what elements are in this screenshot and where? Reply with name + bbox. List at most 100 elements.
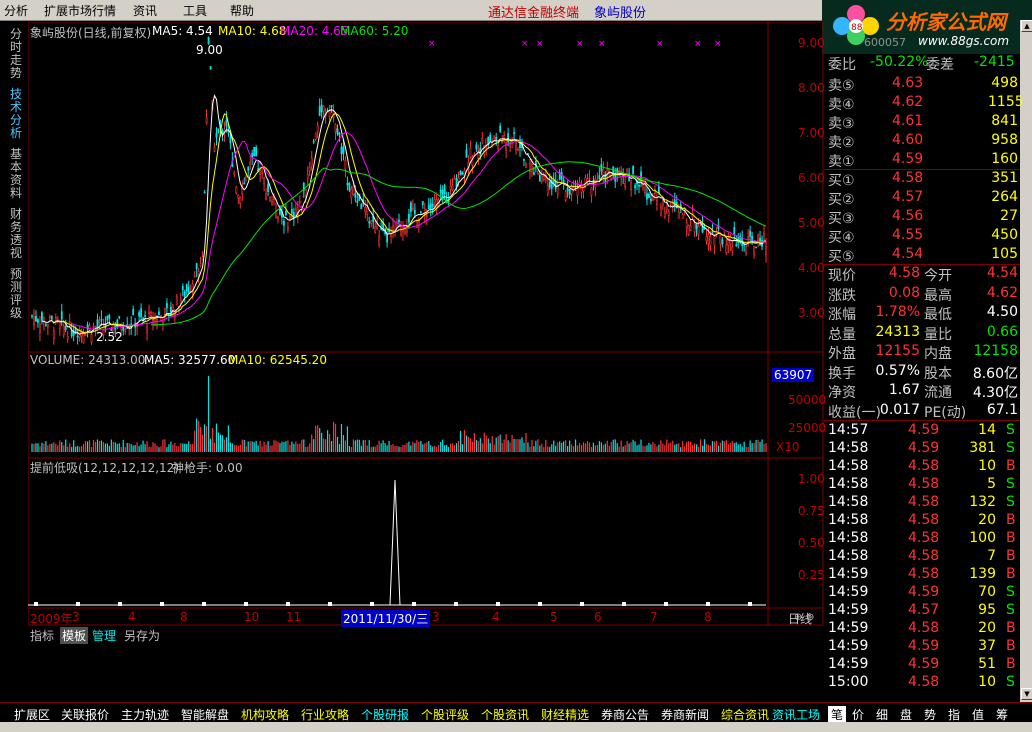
ask-volume: 1155: [988, 94, 1024, 110]
stat-row[interactable]: 总量 24313 量比 0.66: [826, 324, 1020, 343]
quote-view-tab[interactable]: 筹: [996, 706, 1008, 723]
bottom-tab[interactable]: 财经精选: [541, 706, 589, 723]
stat-row[interactable]: 现价 4.58 今开 4.54: [826, 265, 1020, 284]
tick-time: 14:57: [828, 422, 869, 438]
bid-volume: 351: [991, 170, 1018, 186]
bid-level-row[interactable]: 买② 4.57 264: [826, 189, 1020, 208]
tick-side: S: [1006, 602, 1015, 618]
tick-row[interactable]: 14:58 4.59 381 S: [826, 440, 1020, 459]
tick-row[interactable]: 14:59 4.57 95 S: [826, 602, 1020, 621]
stat-value: 12158: [973, 343, 1018, 359]
sub-tab-manage[interactable]: 管理: [92, 627, 116, 644]
diff-label: 委差: [926, 57, 954, 73]
quote-view-tab[interactable]: 细: [876, 706, 888, 723]
tick-time: 14:58: [828, 494, 869, 510]
bottom-tab[interactable]: 券商新闻: [661, 706, 709, 723]
tick-row[interactable]: 14:58 4.58 100 B: [826, 530, 1020, 549]
tick-row[interactable]: 14:58 4.58 132 S: [826, 494, 1020, 513]
tick-row[interactable]: 14:58 4.58 5 S: [826, 476, 1020, 495]
stat-row[interactable]: 收益(一) 0.017 PE(动) 67.1: [826, 402, 1020, 421]
stat-value: 4.50: [986, 304, 1018, 320]
status-bar: [0, 722, 1032, 732]
stat-value: 4.30亿: [972, 385, 1018, 401]
quote-view-tab[interactable]: 指: [948, 706, 960, 723]
stat-row[interactable]: 换手 0.57% 股本 8.60亿: [826, 363, 1020, 382]
bottom-tab[interactable]: 关联报价: [61, 706, 109, 723]
tick-row[interactable]: 14:59 4.59 70 S: [826, 584, 1020, 603]
ask-level-row[interactable]: 卖② 4.60 958: [826, 132, 1020, 151]
menu-news[interactable]: 资讯: [133, 2, 157, 19]
tick-time: 14:58: [828, 476, 869, 492]
bottom-tab[interactable]: 主力轨迹: [121, 706, 169, 723]
stat-row[interactable]: 外盘 12155 内盘 12158: [826, 343, 1020, 362]
tick-row[interactable]: 14:59 4.59 51 B: [826, 656, 1020, 675]
bottom-tab[interactable]: 行业攻略: [301, 706, 349, 723]
bottom-tab[interactable]: 机构攻略: [241, 706, 289, 723]
kline-chart-svg[interactable]: × × × × × × × ×: [28, 22, 824, 626]
date-label-m4c: 5: [550, 610, 558, 624]
sub-tab-save-as[interactable]: 另存为: [124, 627, 160, 644]
bottom-tab[interactable]: 券商公告: [601, 706, 649, 723]
tick-row[interactable]: 14:58 4.58 7 B: [826, 548, 1020, 567]
scroll-down-arrow-icon[interactable]: ▼: [1021, 688, 1032, 700]
tick-row[interactable]: 14:59 4.58 20 B: [826, 620, 1020, 639]
bid-level-row[interactable]: 买③ 4.56 27: [826, 208, 1020, 227]
tick-row[interactable]: 15:00 4.58 10 S: [826, 674, 1020, 693]
sub-tab-indicator[interactable]: 指标: [30, 627, 54, 644]
ask-volume: 958: [991, 132, 1018, 148]
ask-level-row[interactable]: 卖④ 4.62 1155: [826, 94, 1024, 113]
tab-intraday[interactable]: 分时走势: [10, 28, 26, 80]
stat-row[interactable]: 净资 1.67 流通 4.30亿: [826, 382, 1020, 401]
stat-label: 换手: [828, 365, 856, 382]
quote-view-tab[interactable]: 值: [972, 706, 984, 723]
stat-value: 8.60亿: [972, 365, 1018, 382]
bottom-tab[interactable]: 个股资讯: [481, 706, 529, 723]
tick-row[interactable]: 14:58 4.58 20 B: [826, 512, 1020, 531]
bid-level-row[interactable]: 买④ 4.55 450: [826, 227, 1020, 246]
tick-side: S: [1006, 440, 1015, 456]
quote-view-tab[interactable]: 价: [852, 706, 864, 723]
quote-view-tab[interactable]: 盘: [900, 706, 912, 723]
quote-view-tab[interactable]: 势: [924, 706, 936, 723]
ask-level-row[interactable]: 卖⑤ 4.63 498: [826, 75, 1020, 94]
ma5-label: MA5: 4.54: [152, 24, 213, 38]
tick-row[interactable]: 14:59 4.59 37 B: [826, 638, 1020, 657]
bottom-tab[interactable]: 智能解盘: [181, 706, 229, 723]
zoom-out-icon[interactable]: ⊖: [806, 612, 814, 623]
tick-row[interactable]: 14:58 4.58 10 B: [826, 458, 1020, 477]
menu-analysis[interactable]: 分析: [4, 2, 28, 19]
bottom-tab[interactable]: 个股研报: [361, 706, 409, 723]
menu-extended-market[interactable]: 扩展市场行情: [44, 2, 116, 19]
tab-technical-analysis[interactable]: 技术分析: [10, 88, 26, 140]
tick-row[interactable]: 14:59 4.58 139 B: [826, 566, 1020, 585]
tab-financial-view[interactable]: 财务透视: [10, 208, 26, 260]
bid-level-label: 买⑤: [828, 249, 855, 265]
vertical-scrollbar[interactable]: ▲ ▼: [1020, 20, 1032, 702]
stat-row[interactable]: 涨幅 1.78% 最低 4.50: [826, 304, 1020, 323]
menu-tools[interactable]: 工具: [183, 2, 207, 19]
bottom-tab-bar: 扩展区 关联报价 主力轨迹 智能解盘 机构攻略 行业攻略 个股研报 个股评级 个股资讯 财经精选券…: [0, 702, 1032, 723]
scroll-up-arrow-icon[interactable]: ▲: [1021, 20, 1032, 32]
quote-view-tab[interactable]: 笔: [828, 706, 847, 723]
bottom-tab[interactable]: 个股评级: [421, 706, 469, 723]
bid-level-row[interactable]: 买⑤ 4.54 105: [826, 246, 1020, 265]
tab-fundamentals[interactable]: 基本资料: [10, 148, 26, 200]
stat-row[interactable]: 涨跌 0.08 最高 4.62: [826, 285, 1020, 304]
price-candles: [31, 36, 767, 345]
sub-tab-template[interactable]: 模板: [60, 627, 89, 644]
volume-max-box: 63907: [772, 368, 815, 382]
bid-level-row[interactable]: 买① 4.58 351: [826, 170, 1020, 189]
tick-row[interactable]: 14:57 4.59 14 S: [826, 422, 1020, 441]
bottom-tab[interactable]: 综合资讯: [721, 706, 769, 723]
ask-level-row[interactable]: 卖③ 4.61 841: [826, 113, 1020, 132]
quote-view-tab[interactable]: 资讯工场: [772, 706, 820, 723]
chart-area[interactable]: × × × × × × × × 象屿股份(日线,前复权) MA5: 4.54 MA10: 4.…: [28, 22, 826, 627]
bottom-tab[interactable]: 扩展区: [14, 706, 50, 723]
tick-time: 14:59: [828, 620, 869, 636]
zoom-in-icon[interactable]: ⊕: [794, 612, 802, 623]
tab-forecast-rating[interactable]: 预测评级: [10, 268, 26, 320]
menu-help[interactable]: 帮助: [230, 2, 254, 19]
tick-volume: 70: [978, 584, 996, 600]
ask-level-row[interactable]: 卖① 4.59 160: [826, 151, 1020, 170]
logo-text: 分析家公式网: [886, 10, 1006, 34]
